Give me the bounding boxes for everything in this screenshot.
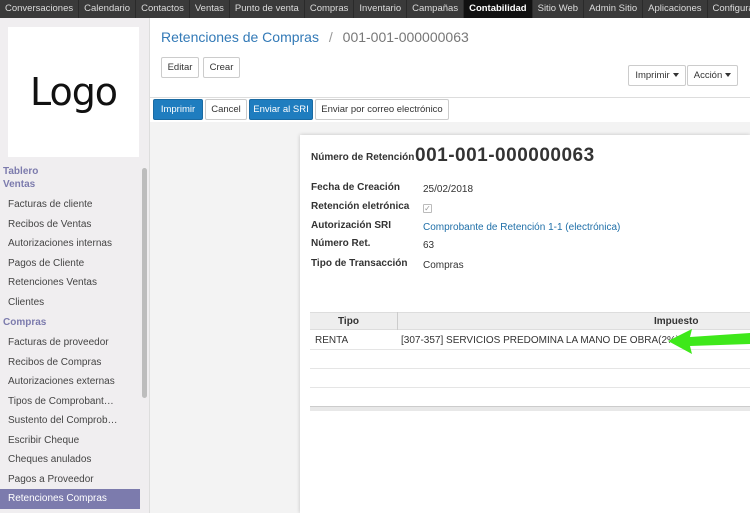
print-dropdown-label: Imprimir bbox=[635, 70, 670, 81]
sidebar-item-sustento-del-comprob[interactable]: Sustento del Comprob… bbox=[0, 411, 140, 431]
breadcrumb: Retenciones de Compras / 001-001-0000000… bbox=[161, 29, 469, 45]
action-dropdown-button[interactable]: Acción bbox=[687, 65, 738, 86]
column-divider bbox=[397, 312, 398, 330]
top-menu-item-configuraci-n[interactable]: Configuración bbox=[708, 0, 750, 18]
top-menu-item-inventario[interactable]: Inventario bbox=[354, 0, 408, 18]
action-dropdown-label: Acción bbox=[693, 70, 723, 81]
sidebar-item-autorizaciones-externas[interactable]: Autorizaciones externas bbox=[0, 372, 140, 392]
sidebar-item-recibos-de-ventas[interactable]: Recibos de Ventas bbox=[0, 215, 140, 235]
sidebar-item-clientes[interactable]: Clientes bbox=[0, 293, 140, 313]
table-cell-impuesto[interactable]: [307-357] SERVICIOS PREDOMINA LA MANO DE… bbox=[401, 335, 679, 346]
retention-number-label: Número de Retención bbox=[311, 152, 415, 163]
top-menu-item-sitio-web[interactable]: Sitio Web bbox=[533, 0, 585, 18]
sidebar-header-ventas: Ventas bbox=[3, 179, 36, 190]
sidebar-item-recibos-de-compras[interactable]: Recibos de Compras bbox=[0, 353, 140, 373]
sri-authorization-link[interactable]: Comprobante de Retención 1-1 (electrónic… bbox=[423, 222, 620, 233]
arrow-annotation-icon bbox=[668, 329, 750, 354]
ret-number-label: Número Ret. bbox=[311, 238, 371, 249]
sidebar: Logo Tablero Ventas Facturas de cliente R… bbox=[0, 18, 150, 513]
sidebar-item-retenciones-ventas[interactable]: Retenciones Ventas bbox=[0, 273, 140, 293]
sidebar-item-facturas-de-proveedor[interactable]: Facturas de proveedor bbox=[0, 333, 140, 353]
sidebar-item-proveedores[interactable]: Proveedores bbox=[0, 509, 140, 513]
sidebar-item-escribir-cheque[interactable]: Escribir Cheque bbox=[0, 431, 140, 451]
breadcrumb-current: 001-001-000000063 bbox=[342, 29, 469, 45]
sidebar-item-tipos-de-comprobant[interactable]: Tipos de Comprobant… bbox=[0, 392, 140, 412]
creation-date-value: 25/02/2018 bbox=[423, 184, 474, 195]
sidebar-item-autorizaciones-internas[interactable]: Autorizaciones internas bbox=[0, 234, 140, 254]
sidebar-item-facturas-de-cliente[interactable]: Facturas de cliente bbox=[0, 195, 140, 215]
print-button[interactable]: Imprimir bbox=[153, 99, 203, 120]
table-footer bbox=[310, 406, 750, 411]
table-row-divider bbox=[310, 368, 750, 369]
sidebar-scrollbar[interactable] bbox=[142, 168, 147, 398]
sidebar-item-tablero[interactable]: Tablero bbox=[0, 165, 140, 178]
sidebar-item-pagos-de-cliente[interactable]: Pagos de Cliente bbox=[0, 254, 140, 274]
top-menu-bar: Conversaciones Calendario Contactos Ventas P… bbox=[0, 0, 750, 18]
chevron-down-icon bbox=[672, 73, 679, 78]
transaction-type-label: Tipo de Transacción bbox=[311, 258, 408, 269]
breadcrumb-parent-link[interactable]: Retenciones de Compras bbox=[161, 29, 319, 45]
table-cell-tipo[interactable]: RENTA bbox=[315, 335, 348, 346]
table-row-divider bbox=[310, 387, 750, 388]
logo-text: Logo bbox=[29, 70, 118, 114]
electronic-retention-checkbox: ✓ bbox=[423, 204, 432, 213]
ret-number-value: 63 bbox=[423, 240, 435, 251]
top-menu-item-aplicaciones[interactable]: Aplicaciones bbox=[643, 0, 708, 18]
sidebar-item-retenciones-compras[interactable]: Retenciones Compras bbox=[0, 489, 140, 509]
send-sri-button[interactable]: Enviar al SRI bbox=[249, 99, 313, 120]
top-menu-item-calendario[interactable]: Calendario bbox=[79, 0, 137, 18]
top-menu-item-ventas[interactable]: Ventas bbox=[190, 0, 230, 18]
cancel-button[interactable]: Cancel bbox=[205, 99, 247, 120]
edit-button[interactable]: Editar bbox=[161, 57, 199, 78]
top-menu-item-admin-sitio[interactable]: Admin Sitio bbox=[584, 0, 644, 18]
sidebar-item-pagos-a-proveedor[interactable]: Pagos a Proveedor bbox=[0, 470, 140, 490]
top-menu-item-punto-de-venta[interactable]: Punto de venta bbox=[230, 0, 305, 18]
chevron-down-icon bbox=[725, 73, 732, 78]
sidebar-header-compras: Compras bbox=[3, 317, 47, 328]
company-logo: Logo bbox=[8, 27, 139, 157]
retention-number-value: 001-001-000000063 bbox=[415, 145, 595, 166]
print-dropdown-button[interactable]: Imprimir bbox=[628, 65, 686, 86]
breadcrumb-separator: / bbox=[328, 29, 333, 45]
top-menu-item-conversaciones[interactable]: Conversaciones bbox=[0, 0, 80, 18]
create-button[interactable]: Crear bbox=[203, 57, 240, 78]
top-menu-item-contactos[interactable]: Contactos bbox=[136, 0, 190, 18]
sidebar-item-cheques-anulados[interactable]: Cheques anulados bbox=[0, 450, 140, 470]
column-header-tipo[interactable]: Tipo bbox=[338, 313, 359, 330]
top-menu-item-compras[interactable]: Compras bbox=[305, 0, 355, 18]
transaction-type-value: Compras bbox=[423, 260, 464, 271]
sidebar-menu: Tablero Ventas Facturas de cliente Recibo… bbox=[0, 165, 140, 513]
top-menu-item-contabilidad[interactable]: Contabilidad bbox=[464, 0, 533, 18]
electronic-retention-label: Retención eletrónica bbox=[311, 201, 410, 212]
send-email-button[interactable]: Enviar por correo electrónico bbox=[315, 99, 449, 120]
creation-date-label: Fecha de Creación bbox=[311, 182, 400, 193]
sri-authorization-label: Autorización SRI bbox=[311, 220, 392, 231]
top-menu-item-campa-as[interactable]: Campañas bbox=[407, 0, 465, 18]
